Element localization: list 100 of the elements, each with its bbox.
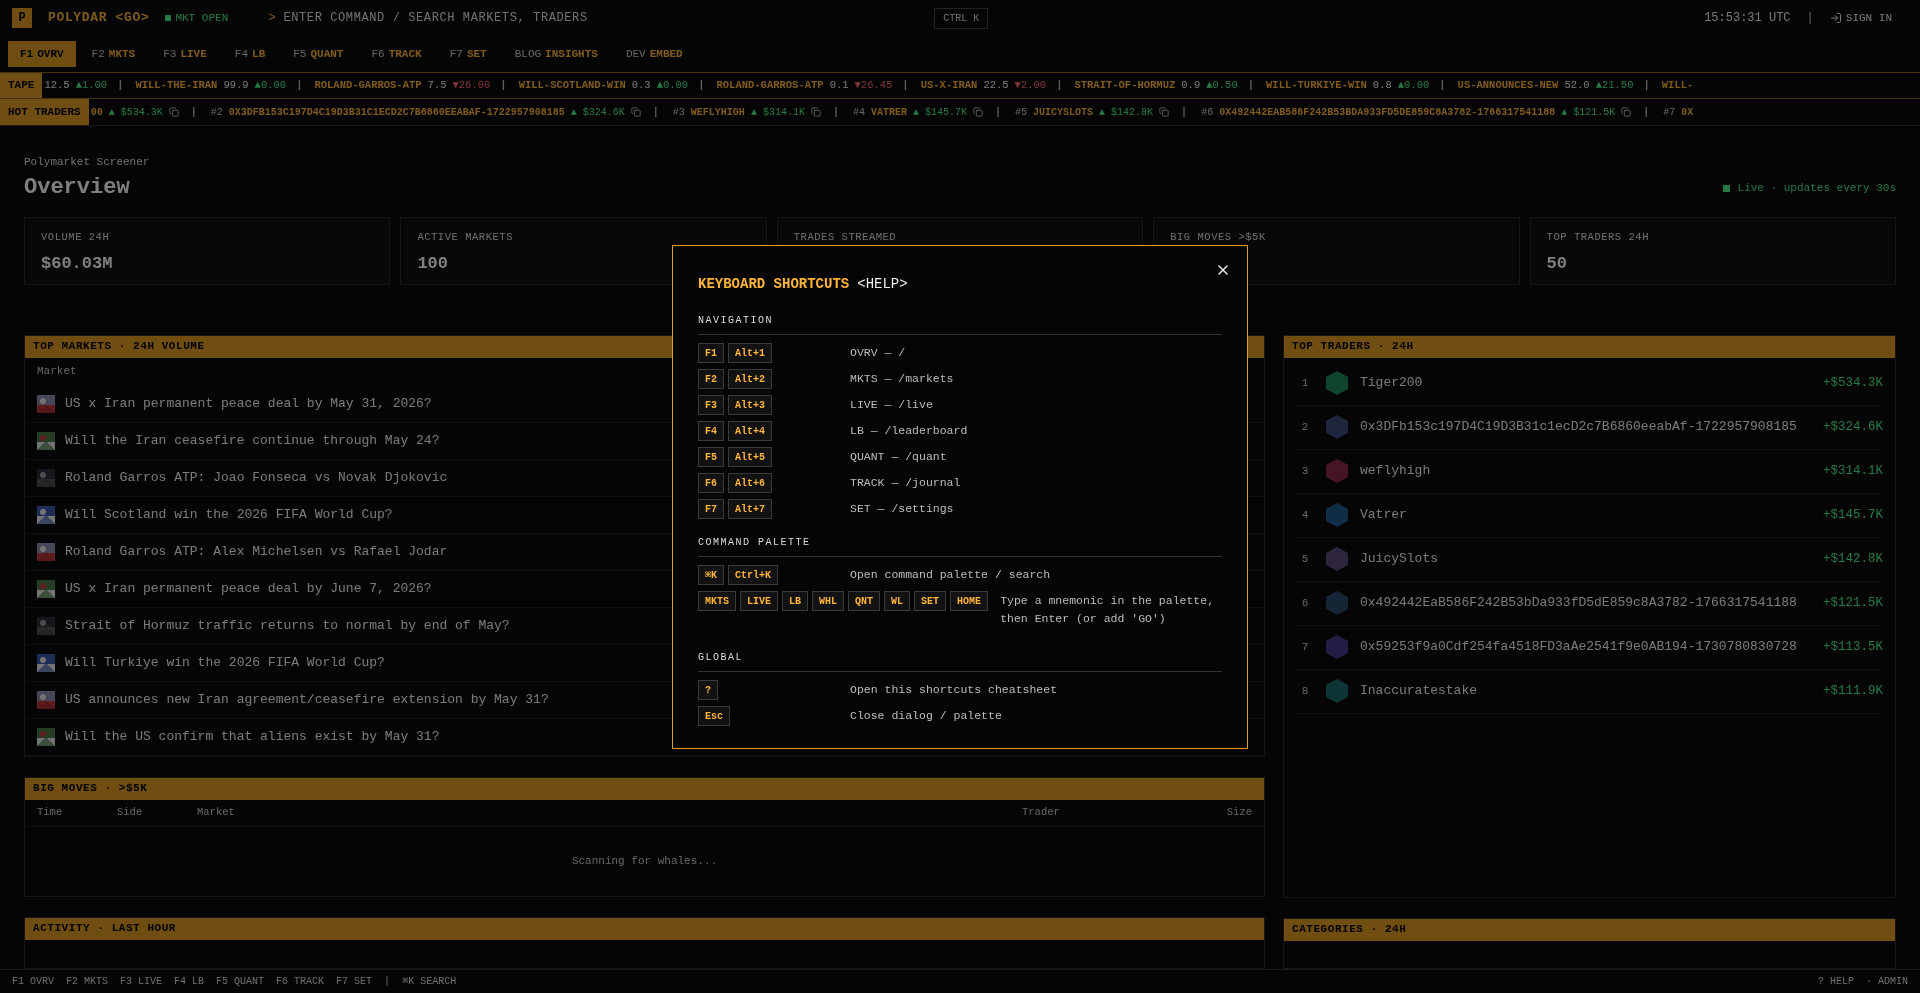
market-title[interactable]: Will Scotland win the 2026 FIFA World Cup? — [65, 504, 393, 525]
copy-icon[interactable] — [630, 107, 641, 117]
stat-label: TRADES STREAMED — [793, 229, 897, 245]
live-status: Live · updates every 30s — [1737, 181, 1896, 196]
nav-tab[interactable]: F4 LB — [222, 41, 278, 67]
trader-name[interactable]: 0X492442EAB586F242B53BDA933FD5DE859C8A3782-1766317541188 — [1219, 104, 1556, 120]
section-heading: GLOBAL — [698, 650, 1222, 672]
market-title[interactable]: US announces new Iran agreement/ceasefire extension by May 31? — [65, 689, 549, 710]
trader-rank: 6 — [1300, 595, 1310, 611]
market-title[interactable]: Will the US confirm that aliens exist by May 31? — [65, 726, 440, 747]
ticker-symbol[interactable]: ROLAND-GARROS-ATP — [314, 77, 422, 94]
key-cap: F4 — [698, 421, 724, 441]
nav-tab[interactable]: F2 MKTS — [79, 41, 148, 67]
market-title[interactable]: Strait of Hormuz traffic returns to normal by end of May? — [65, 615, 510, 636]
ticker-change: ▲0.00 — [656, 77, 689, 93]
key-cap: Alt+1 — [728, 343, 773, 363]
copy-icon[interactable] — [810, 107, 821, 117]
ticker-symbol[interactable]: US-X-IRAN — [920, 77, 978, 94]
separator: | — [1056, 77, 1063, 93]
separator: | — [1247, 77, 1255, 93]
trader-row[interactable]: 8 Inaccuratestake +$111.9K — [1296, 669, 1883, 714]
market-title[interactable]: Will the Iran ceasefire continue through May 24? — [65, 430, 440, 451]
trader-rank: #4 — [852, 105, 865, 120]
trader-pnl: +$121.5K — [1823, 594, 1883, 612]
market-title[interactable]: Roland Garros ATP: Joao Fonseca vs Novak Djokovic — [65, 467, 448, 488]
ticker-price: 99.9 — [223, 77, 249, 93]
status-nav-item[interactable]: F2 MKTS — [66, 974, 109, 989]
trader-rank: 8 — [1300, 683, 1310, 699]
key-cap: F6 — [698, 473, 724, 493]
status-nav-item[interactable]: F4 LB — [174, 974, 205, 989]
trader-row[interactable]: 1 Tiger200 +$534.3K — [1296, 361, 1883, 406]
nav-tab[interactable]: F7 SET — [437, 41, 499, 67]
nav-tab[interactable]: F3 LIVE — [151, 41, 219, 67]
nav-tab[interactable]: DEV EMBED — [613, 41, 695, 67]
trader-row[interactable]: 2 0x3DFb153c197D4C19D3B31c1ecD2c7B6860eeabAf-1722957908185 +$324.6K — [1296, 405, 1883, 450]
ticker-price: 12.5 — [44, 77, 70, 93]
trader-name: Inaccuratestake — [1360, 682, 1479, 701]
trader-name[interactable]: JUICYSLOTS — [1033, 104, 1094, 120]
page-eyebrow: Polymarket Screener — [24, 155, 150, 170]
trader-rank: #5 — [1015, 105, 1028, 120]
copy-icon[interactable] — [1621, 107, 1632, 117]
trader-name[interactable]: 00 — [90, 104, 103, 120]
shortcut-description: OVRV — / — [850, 345, 906, 361]
separator: | — [832, 105, 839, 120]
key-cap: F5 — [698, 447, 724, 467]
avatar-icon — [1326, 503, 1348, 527]
nav-tab[interactable]: BLOG INSIGHTS — [502, 41, 610, 67]
ticker-symbol[interactable]: WILL-SCOTLAND-WIN — [518, 77, 626, 94]
ticker-symbol[interactable]: WILL- — [1661, 77, 1694, 94]
sign-in-button[interactable]: SIGN IN — [1829, 9, 1892, 27]
admin-link[interactable]: · ADMIN — [1866, 974, 1908, 989]
help-link[interactable]: ? HELP — [1817, 974, 1854, 989]
ticker-price: 0.1 — [829, 77, 849, 93]
nav-tab[interactable]: F5 QUANT — [281, 41, 356, 67]
key-cap: SET — [914, 591, 947, 611]
page-title: Overview — [24, 176, 130, 199]
trader-name[interactable]: WEFLYHIGH — [690, 104, 745, 120]
trader-row[interactable]: 3 weflyhigh +$314.1K — [1296, 449, 1883, 494]
trader-name[interactable]: VATRER — [870, 104, 907, 120]
trader-name[interactable]: 0X3DFB153C197D4C19D3B31C1ECD2C7B6860EEABAF-1722957908185 — [228, 104, 565, 120]
nav-tab[interactable]: F6 TRACK — [359, 41, 434, 67]
copy-icon[interactable] — [168, 107, 179, 117]
trader-row[interactable]: 7 0x59253f9a0Cdf254fa4518FD3aAe2541f9e0AB194-1730780830728 +$113.5K — [1296, 625, 1883, 670]
status-nav-item[interactable]: F1 OVRV — [12, 974, 54, 989]
status-nav-item[interactable]: F5 QUANT — [216, 974, 265, 989]
trader-row[interactable]: 5 JuicySlots +$142.8K — [1296, 537, 1883, 582]
shortcut-description: TRACK — /journal — [850, 475, 961, 491]
ticker-symbol[interactable]: STRAIT-OF-HORMUZ — [1074, 77, 1176, 94]
shortcut-description: Type a mnemonic in the palette, then Enter (or add 'GO') — [1000, 593, 1216, 627]
trader-name[interactable]: 0X — [1681, 104, 1694, 120]
trader-pnl: +$314.1K — [1823, 462, 1883, 480]
status-nav-item[interactable]: F3 LIVE — [120, 974, 163, 989]
key-cap: QNT — [848, 591, 881, 611]
ticker-symbol[interactable]: US-ANNOUNCES-NEW — [1457, 77, 1559, 94]
status-search[interactable]: ⌘K SEARCH — [402, 974, 457, 989]
key-cap: F1 — [698, 343, 724, 363]
stat-value: $60.03M — [41, 253, 113, 276]
trader-row[interactable]: 6 0x492442EaB586F242B53bDa933fD5dE859c8A3782-1766317541188 +$121.5K — [1296, 581, 1883, 626]
market-title[interactable]: Will Turkiye win the 2026 FIFA World Cup? — [65, 652, 385, 673]
ticker-price: 0.9 — [1181, 77, 1201, 93]
copy-icon[interactable] — [1159, 107, 1170, 117]
ticker-symbol[interactable]: WILL-THE-IRAN — [135, 77, 218, 94]
panel-header: ACTIVITY · LAST HOUR — [25, 917, 1264, 940]
status-nav-item[interactable]: F7 SET — [336, 974, 373, 989]
nav-tab[interactable]: F1 OVRV — [8, 41, 76, 67]
key-cap: F7 — [698, 499, 724, 519]
logo[interactable]: P — [12, 8, 32, 28]
column-header: Market — [37, 364, 77, 380]
ticker-change: ▼26.45 — [854, 77, 893, 93]
market-title[interactable]: US x Iran permanent peace deal by June 7, 2026? — [65, 578, 432, 599]
market-title[interactable]: Roland Garros ATP: Alex Michelsen vs Rafael Jodar — [65, 541, 448, 562]
status-nav-item[interactable]: F6 TRACK — [276, 974, 325, 989]
command-field[interactable]: ENTER COMMAND / SEARCH MARKETS, TRADERS — [283, 9, 919, 27]
trader-row[interactable]: 4 Vatrer +$145.7K — [1296, 493, 1883, 538]
section-heading: NAVIGATION — [698, 313, 1222, 335]
copy-icon[interactable] — [973, 107, 983, 117]
ticker-symbol[interactable]: ROLAND-GARROS-ATP — [716, 77, 824, 94]
ticker-symbol[interactable]: WILL-TURKIYE-WIN — [1266, 77, 1367, 94]
market-title[interactable]: US x Iran permanent peace deal by May 31, 2026? — [65, 393, 432, 414]
ticker-change: ▲0.00 — [1397, 77, 1430, 93]
